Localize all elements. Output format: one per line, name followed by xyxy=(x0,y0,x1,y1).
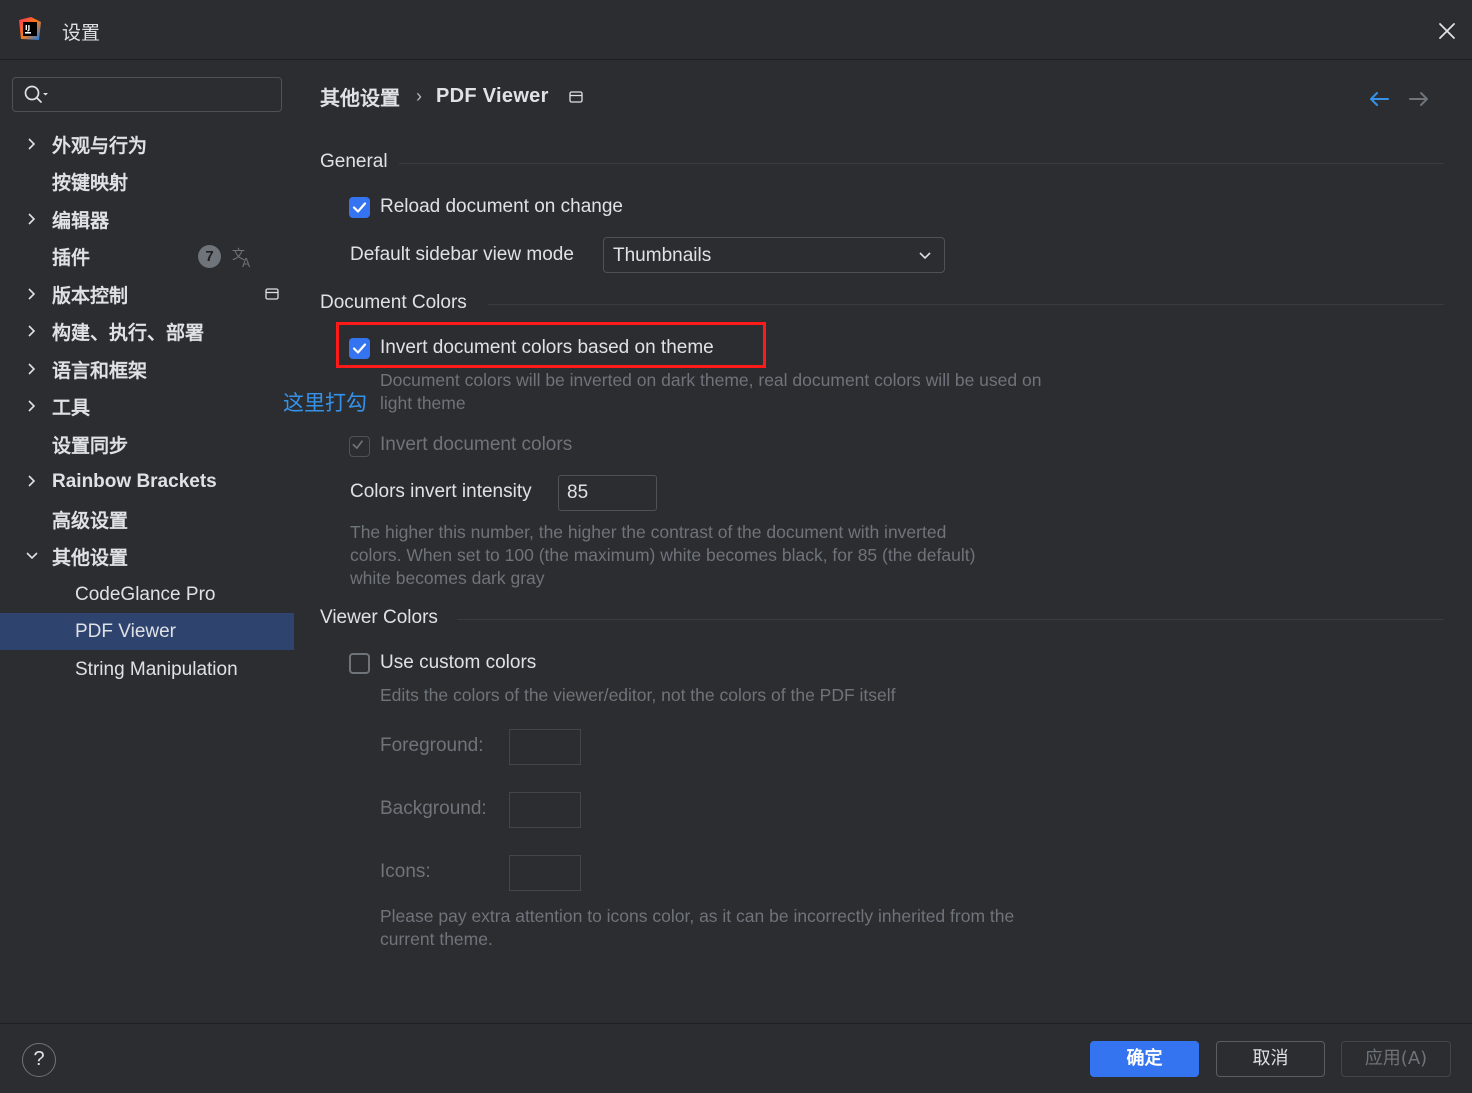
breadcrumb-separator: › xyxy=(416,86,422,106)
sidebar-item-label: 插件 xyxy=(52,247,91,269)
sidebar-item-other-settings[interactable]: 其他设置 xyxy=(0,538,294,575)
project-scope-icon xyxy=(265,288,279,300)
cancel-button[interactable]: 取消 xyxy=(1216,1041,1325,1077)
sidebar-item-editor[interactable]: 编辑器 xyxy=(0,201,294,238)
chevron-right-icon xyxy=(28,363,36,375)
settings-search-input[interactable] xyxy=(12,77,282,112)
sidebar-item-string-manipulation[interactable]: String Manipulation xyxy=(0,651,294,688)
chevron-right-icon xyxy=(28,138,36,150)
section-divider xyxy=(457,619,1444,620)
annotation-highlight-box xyxy=(336,322,766,368)
sidebar-item-tools[interactable]: 工具 xyxy=(0,388,294,425)
sidebar-item-label: 构建、执行、部署 xyxy=(52,322,205,344)
icons-color-swatch[interactable] xyxy=(509,855,581,891)
intellij-logo-icon: IJ xyxy=(19,17,41,40)
icons-label: Icons: xyxy=(380,861,431,882)
icons-help: Please pay extra attention to icons colo… xyxy=(380,905,1014,951)
section-title-general: General xyxy=(320,151,388,172)
sidebar-item-appearance[interactable]: 外观与行为 xyxy=(0,126,294,163)
forward-arrow-icon[interactable] xyxy=(1407,88,1431,110)
sidebar-item-label: 设置同步 xyxy=(52,435,129,457)
sidebar-item-label: String Manipulation xyxy=(75,658,238,680)
section-title-document-colors: Document Colors xyxy=(320,292,467,313)
sidebar-item-label: 语言和框架 xyxy=(52,360,148,382)
sidebar-item-label: CodeGlance Pro xyxy=(75,583,216,605)
sidebar-item-label: Rainbow Brackets xyxy=(52,470,217,492)
breadcrumb-current: PDF Viewer xyxy=(436,85,549,107)
title-bar xyxy=(0,0,1472,60)
help-line: colors. When set to 100 (the maximum) wh… xyxy=(350,545,976,565)
ok-button[interactable]: 确定 xyxy=(1090,1041,1199,1077)
section-title-viewer-colors: Viewer Colors xyxy=(320,607,438,628)
sidebar-item-codeglance-pro[interactable]: CodeGlance Pro xyxy=(0,576,294,613)
back-arrow-icon[interactable] xyxy=(1367,88,1391,110)
section-divider xyxy=(488,304,1444,305)
help-line: current theme. xyxy=(380,929,493,949)
sidebar-item-vcs[interactable]: 版本控制 xyxy=(0,276,294,313)
help-line: white becomes dark gray xyxy=(350,568,545,588)
invert-colors-label[interactable]: Invert document colors xyxy=(380,434,572,456)
project-scope-icon xyxy=(569,90,583,103)
svg-text:IJ: IJ xyxy=(25,24,30,32)
breadcrumb-parent[interactable]: 其他设置 xyxy=(320,82,400,111)
translate-icon: 文 A xyxy=(232,248,251,269)
sidebar-item-label: 工具 xyxy=(52,397,91,419)
invert-colors-checkbox[interactable] xyxy=(349,436,370,457)
apply-button[interactable]: 应用(A) xyxy=(1341,1041,1451,1077)
help-button[interactable]: ? xyxy=(22,1043,56,1077)
sidebar-item-label: 版本控制 xyxy=(52,285,129,307)
background-label: Background: xyxy=(380,798,487,819)
section-divider xyxy=(399,163,1444,164)
sidebar-item-advanced[interactable]: 高级设置 xyxy=(0,501,294,538)
custom-colors-checkbox[interactable] xyxy=(349,653,370,674)
help-line: Please pay extra attention to icons colo… xyxy=(380,906,1015,926)
close-icon[interactable] xyxy=(1434,18,1460,44)
custom-colors-help: Edits the colors of the viewer/editor, n… xyxy=(380,685,896,705)
reload-document-label[interactable]: Reload document on change xyxy=(380,196,623,218)
window-title: 设置 xyxy=(62,23,101,44)
intensity-label: Colors invert intensity xyxy=(350,481,532,502)
sidebar-item-pdf-viewer[interactable]: PDF Viewer xyxy=(0,613,294,650)
sidebar-item-label: PDF Viewer xyxy=(75,620,177,642)
sidebar-view-mode-select[interactable]: Thumbnails xyxy=(603,237,945,273)
help-line: The higher this number, the higher the c… xyxy=(350,522,947,542)
sidebar-item-keymap[interactable]: 按键映射 xyxy=(0,163,294,200)
intensity-help: The higher this number, the higher the c… xyxy=(350,521,975,590)
sidebar-view-mode-label: Default sidebar view mode xyxy=(350,244,574,265)
sidebar-item-settings-sync[interactable]: 设置同步 xyxy=(0,426,294,463)
chevron-right-icon xyxy=(28,288,36,300)
search-icon xyxy=(24,85,48,103)
sidebar-item-label: 按键映射 xyxy=(52,172,129,194)
chevron-down-icon xyxy=(919,252,931,260)
custom-colors-label[interactable]: Use custom colors xyxy=(380,652,536,674)
breadcrumb: 其他设置 › PDF Viewer xyxy=(320,82,583,111)
checkmark-icon xyxy=(352,440,363,449)
foreground-color-swatch[interactable] xyxy=(509,729,581,765)
chevron-right-icon xyxy=(28,325,36,337)
chevron-right-icon xyxy=(28,213,36,225)
annotation-text: 这里打勾 xyxy=(283,391,367,415)
chevron-right-icon xyxy=(28,400,36,412)
foreground-label: Foreground: xyxy=(380,735,484,756)
sidebar-item-rainbow-brackets[interactable]: Rainbow Brackets xyxy=(0,463,294,500)
help-line: light theme xyxy=(380,393,466,413)
checkmark-icon xyxy=(352,202,367,213)
background-color-swatch[interactable] xyxy=(509,792,581,828)
invert-theme-help: Document colors will be inverted on dark… xyxy=(380,369,1041,415)
chevron-down-icon xyxy=(26,552,38,560)
sidebar-item-build[interactable]: 构建、执行、部署 xyxy=(0,313,294,350)
sidebar-item-plugins[interactable]: 插件 7 文 A xyxy=(0,238,294,275)
help-line: Document colors will be inverted on dark… xyxy=(380,370,1042,390)
sidebar-item-label: 编辑器 xyxy=(52,210,110,232)
chevron-right-icon xyxy=(28,475,36,487)
reload-document-checkbox[interactable] xyxy=(349,197,370,218)
plugin-count-badge: 7 xyxy=(198,245,221,268)
sidebar-item-label: 高级设置 xyxy=(52,510,129,532)
intensity-input[interactable] xyxy=(558,475,657,511)
sidebar-view-mode-value: Thumbnails xyxy=(613,245,712,266)
sidebar-item-label: 外观与行为 xyxy=(52,135,148,157)
svg-text:A: A xyxy=(242,256,251,269)
sidebar-item-languages[interactable]: 语言和框架 xyxy=(0,351,294,388)
sidebar-item-label: 其他设置 xyxy=(52,547,129,569)
